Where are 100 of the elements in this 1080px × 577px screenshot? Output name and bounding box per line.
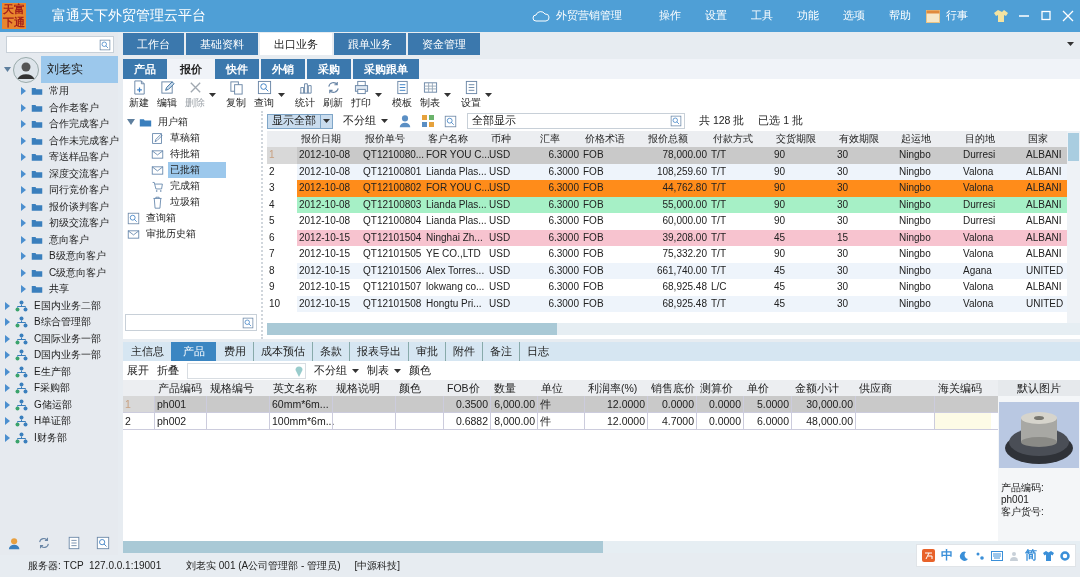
caret-icon[interactable] (485, 93, 492, 97)
column-header[interactable]: 报价单号 (361, 131, 424, 147)
column-header[interactable]: 币种 (487, 131, 536, 147)
tree-item[interactable]: F采购部 (32, 380, 73, 397)
table-row[interactable]: 1 2012-10-08 QT1210080... FOR YOU C...USD 6.3000 FOB 78,000.00 T/T 90 30 Ningbo Durresi ALBANI (267, 147, 1067, 164)
tab[interactable]: 基础资料 (186, 33, 258, 55)
caret-icon[interactable] (1067, 42, 1074, 46)
tab[interactable]: 工作台 (123, 33, 184, 55)
collapse-button[interactable]: 折叠 (157, 363, 179, 378)
column-header[interactable]: 起运地 (897, 131, 961, 147)
tab[interactable]: 跟单业务 (334, 33, 406, 55)
collapsed-arrow-icon[interactable] (4, 351, 11, 360)
toolbar-button[interactable]: 制表 (416, 80, 444, 110)
table-row[interactable]: 2 ph002 100mm*6m... 0.6882 8,000.00 件 12.0000 4.7000 0.0000 6.0000 48,000.00 (123, 413, 998, 430)
column-header[interactable]: 金额小计 (791, 380, 855, 396)
tab[interactable]: 快件 (215, 59, 259, 79)
column-header[interactable]: 英文名称 (269, 380, 332, 396)
column-header[interactable]: 销售底价 (647, 380, 696, 396)
column-header[interactable]: 有效期限 (835, 131, 897, 147)
column-header[interactable]: 目的地 (961, 131, 1024, 147)
keyboard-icon[interactable] (991, 550, 1003, 561)
expanded-arrow-icon[interactable] (127, 118, 135, 126)
maximize-icon[interactable] (1040, 10, 1052, 22)
scrollbar[interactable] (267, 323, 1080, 335)
column-header[interactable]: 客户名称 (424, 131, 487, 147)
tab[interactable]: 资金管理 (408, 33, 480, 55)
tree-item[interactable]: 意向客户 (47, 231, 91, 248)
column-header[interactable]: 报价总额 (644, 131, 709, 147)
column-header[interactable]: 利润率(%) (584, 380, 647, 396)
caret-icon[interactable] (381, 119, 388, 123)
search-field[interactable]: 全部显示 (467, 113, 685, 129)
tree-item[interactable]: E生产部 (32, 363, 73, 380)
user-icon[interactable] (7, 536, 22, 550)
column-header[interactable]: 国家 (1024, 131, 1064, 147)
toolbar-button[interactable]: 新建 (125, 80, 153, 110)
column-header[interactable]: 单价 (743, 380, 791, 396)
tab[interactable]: 费用 (216, 342, 253, 361)
tree-item[interactable]: D国内业务一部 (32, 347, 104, 364)
column-header[interactable]: 价格术语 (581, 131, 644, 147)
tree-item[interactable]: 常用 (47, 83, 71, 100)
collapsed-arrow-icon[interactable] (20, 120, 27, 129)
column-header[interactable]: 报价日期 (297, 131, 361, 147)
tree-item[interactable]: 同行竞价客户 (47, 182, 111, 199)
toolbar-button[interactable]: 模板 (388, 80, 416, 110)
tree-item[interactable]: I财务部 (32, 429, 69, 446)
tree-item[interactable]: 草稿箱 (168, 130, 202, 146)
table-row[interactable]: 1 ph001 60mm*6m... 0.3500 6,000.00 件 12.0000 0.0000 0.0000 5.0000 30,000.00 (123, 396, 998, 413)
tab[interactable]: 采购跟单 (353, 59, 419, 79)
script-toggle[interactable]: 简 (1025, 547, 1037, 564)
column-header[interactable]: 单位 (537, 380, 584, 396)
tree-item[interactable]: 待批箱 (168, 146, 202, 162)
tab[interactable]: 主信息 (123, 342, 171, 361)
search-field[interactable] (6, 36, 114, 53)
user-icon[interactable] (1009, 550, 1019, 561)
tree-item[interactable]: 寄送样品客户 (47, 149, 111, 166)
tree-item[interactable]: 完成箱 (168, 178, 202, 194)
column-header[interactable]: 测算价 (696, 380, 743, 396)
toolbar-button[interactable]: 编辑 (153, 80, 181, 110)
tab[interactable]: 出口业务 (260, 33, 332, 55)
toolbar-button[interactable]: 统计 (291, 80, 319, 110)
collapsed-arrow-icon[interactable] (20, 153, 27, 162)
toolbar-button[interactable]: 复制 (222, 80, 250, 110)
collapsed-arrow-icon[interactable] (4, 334, 11, 343)
caret-icon[interactable] (375, 93, 382, 97)
expand-button[interactable]: 展开 (127, 363, 149, 378)
collapsed-arrow-icon[interactable] (20, 169, 27, 178)
tab[interactable]: 产品 (123, 59, 167, 79)
tree-item[interactable]: 初级交流客户 (47, 215, 111, 232)
collapsed-arrow-icon[interactable] (20, 103, 27, 112)
caret-icon[interactable] (323, 119, 330, 123)
caret-icon[interactable] (394, 368, 401, 373)
view-dropdown[interactable]: 显示全部 (267, 113, 333, 129)
group-dropdown[interactable]: 不分组 (343, 114, 388, 128)
input-field[interactable] (187, 362, 306, 379)
collapsed-arrow-icon[interactable] (20, 219, 27, 228)
collapsed-arrow-icon[interactable] (20, 136, 27, 145)
collapsed-arrow-icon[interactable] (4, 301, 11, 310)
tree-item[interactable]: 查询箱 (144, 210, 178, 226)
collapsed-arrow-icon[interactable] (20, 87, 27, 96)
toolbar-button[interactable]: 设置 (457, 80, 485, 110)
moon-icon[interactable] (959, 550, 969, 561)
grid-icon[interactable] (422, 115, 434, 127)
tree-item[interactable]: 合作未完成客户 (47, 132, 121, 149)
collapsed-arrow-icon[interactable] (4, 433, 11, 442)
tab[interactable]: 产品 (171, 342, 216, 361)
search-field[interactable] (125, 314, 257, 331)
settings-icon[interactable] (1060, 550, 1070, 561)
collapsed-arrow-icon[interactable] (20, 252, 27, 261)
caret-icon[interactable] (444, 93, 451, 97)
tree-item[interactable]: 报价谈判客户 (47, 198, 111, 215)
column-header[interactable]: 付款方式 (709, 131, 772, 147)
tree-item[interactable]: 合作完成客户 (47, 116, 111, 133)
column-header[interactable]: 产品编码 (154, 380, 206, 396)
column-header[interactable]: 数量 (490, 380, 537, 396)
tree-item[interactable]: B综合管理部 (32, 314, 93, 331)
tree-item[interactable]: E国内业务二部 (32, 297, 103, 314)
chart-dropdown[interactable]: 制表 (367, 363, 401, 378)
shirt-icon[interactable] (1043, 550, 1054, 561)
tree-item[interactable]: 共享 (47, 281, 71, 298)
tree-item[interactable]: 合作老客户 (47, 99, 101, 116)
